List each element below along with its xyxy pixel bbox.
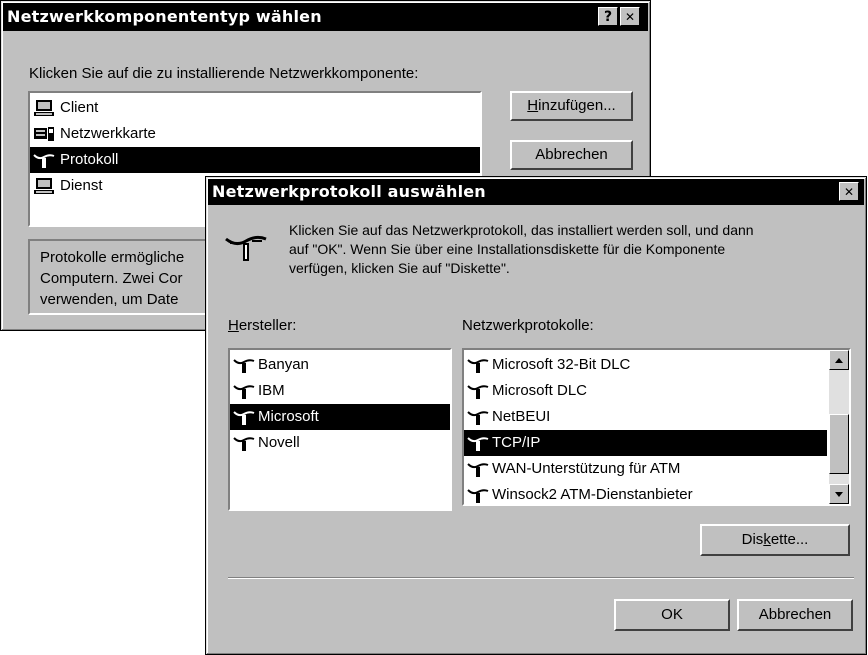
protocols-label: Netzwerkprotokolle:: [462, 317, 594, 334]
intro-line: auf "OK". Wenn Sie über eine Installatio…: [289, 241, 726, 257]
scroll-up-button[interactable]: [829, 350, 849, 370]
list-item-label: Client: [60, 99, 99, 116]
list-item[interactable]: IBM: [230, 378, 450, 404]
protocol-list-scrollbar[interactable]: [829, 350, 849, 504]
list-item[interactable]: Netzwerkkarte: [30, 121, 480, 147]
protocol-icon: [233, 359, 255, 373]
list-item[interactable]: Client: [30, 95, 480, 121]
manufacturer-list[interactable]: Banyan IBM Microsoft Novell: [228, 348, 452, 511]
select-protocol-dialog: Netzwerkprotokoll auswählen ✕ Klicken Si…: [205, 176, 867, 655]
list-item-label: Winsock2 ATM-Dienstanbieter: [492, 486, 693, 503]
protocol-icon: [467, 463, 489, 477]
arrow-down-icon: [835, 492, 843, 497]
select-protocol-titlebar[interactable]: Netzwerkprotokoll auswählen: [208, 179, 864, 205]
add-button[interactable]: Hinzufügen...: [510, 91, 633, 121]
network-card-icon: [34, 127, 54, 141]
list-item[interactable]: Microsoft 32-Bit DLC: [464, 352, 827, 378]
computer-icon: [34, 100, 54, 116]
disk-button-label-pre: Dis: [741, 531, 764, 548]
select-protocol-title: Netzwerkprotokoll auswählen: [212, 182, 486, 201]
manufacturer-label: Hersteller:: [228, 317, 296, 334]
list-item[interactable]: TCP/IP: [464, 430, 827, 456]
list-item[interactable]: WAN-Unterstützung für ATM: [464, 456, 827, 482]
intro-line: verfügen, klicken Sie auf "Diskette".: [289, 260, 510, 276]
close-button[interactable]: ✕: [839, 182, 859, 201]
list-item[interactable]: Protokoll: [30, 147, 480, 173]
list-item[interactable]: Microsoft: [230, 404, 450, 430]
protocol-icon: [33, 154, 55, 168]
list-item-label: Microsoft: [258, 408, 319, 425]
help-button[interactable]: ?: [598, 7, 618, 26]
list-item-label: Protokoll: [60, 151, 119, 168]
scroll-down-button[interactable]: [829, 484, 849, 504]
disk-button-label-post: ette...: [770, 531, 809, 548]
ok-button[interactable]: OK: [614, 599, 730, 631]
list-item[interactable]: Microsoft DLC: [464, 378, 827, 404]
separator: [228, 577, 854, 579]
component-prompt: Klicken Sie auf die zu installierende Ne…: [29, 65, 419, 82]
disk-button[interactable]: Diskette...: [700, 524, 850, 556]
protocol-icon: [233, 437, 255, 451]
list-item-label: Novell: [258, 434, 300, 451]
list-item[interactable]: NetBEUI: [464, 404, 827, 430]
cancel-button[interactable]: Abbrechen: [737, 599, 853, 631]
list-item-label: Netzwerkkarte: [60, 125, 156, 142]
disk-button-accel: k: [763, 531, 771, 548]
intro-text: Klicken Sie auf das Netzwerkprotokoll, d…: [289, 221, 754, 278]
protocol-list[interactable]: Microsoft 32-Bit DLC Microsoft DLC NetBE…: [462, 348, 851, 506]
list-item-label: Microsoft 32-Bit DLC: [492, 356, 631, 373]
arrow-up-icon: [835, 358, 843, 363]
list-item-label: TCP/IP: [492, 434, 541, 451]
protocol-icon: [467, 411, 489, 425]
protocol-icon: [467, 489, 489, 503]
intro-line: Klicken Sie auf das Netzwerkprotokoll, d…: [289, 222, 754, 238]
service-icon: [34, 178, 54, 194]
list-item-label: Microsoft DLC: [492, 382, 588, 399]
list-item-label: IBM: [258, 382, 285, 399]
protocol-icon: [233, 385, 255, 399]
component-type-titlebar[interactable]: Netzwerkkomponententyp wählen: [3, 3, 648, 31]
list-item-label: Dienst: [60, 177, 103, 194]
list-item[interactable]: Novell: [230, 430, 450, 456]
list-item-label: Banyan: [258, 356, 309, 373]
list-item[interactable]: Banyan: [230, 352, 450, 378]
list-item-label: NetBEUI: [492, 408, 551, 425]
manufacturer-label-accel: H: [228, 317, 239, 334]
list-item-label: WAN-Unterstützung für ATM: [492, 460, 681, 477]
protocol-icon: [467, 359, 489, 373]
protocol-icon: [233, 411, 255, 425]
cancel-button[interactable]: Abbrechen: [510, 140, 633, 170]
protocol-icon: [467, 437, 489, 451]
scroll-thumb[interactable]: [829, 414, 849, 474]
manufacturer-label-text: ersteller:: [238, 317, 297, 334]
component-type-title: Netzwerkkomponententyp wählen: [7, 7, 322, 26]
protocol-icon: [225, 235, 267, 261]
list-item[interactable]: Winsock2 ATM-Dienstanbieter: [464, 482, 827, 504]
close-button[interactable]: ✕: [620, 7, 640, 26]
add-button-label: inzufügen...: [538, 97, 616, 114]
add-button-accel: H: [527, 97, 539, 114]
protocol-icon: [467, 385, 489, 399]
